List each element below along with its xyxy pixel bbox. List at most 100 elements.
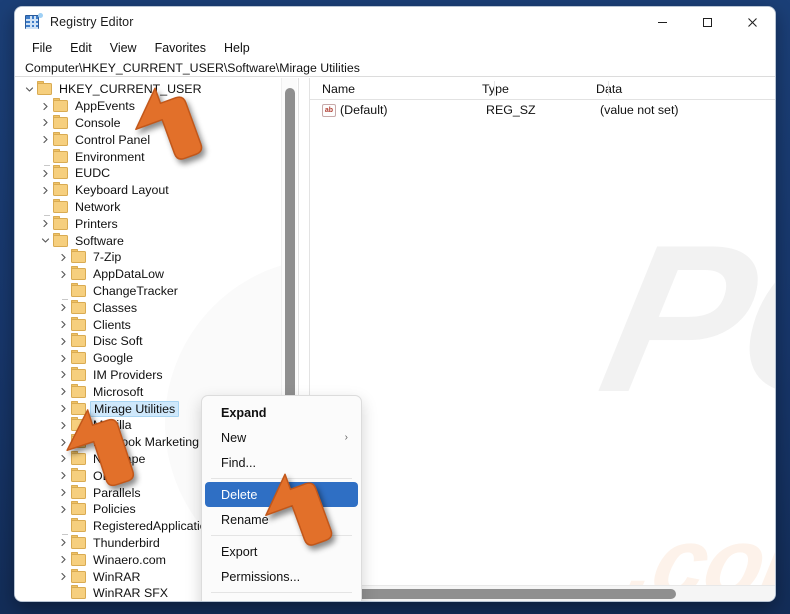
tree-node-label: IM Providers bbox=[93, 367, 163, 382]
chevron-right-icon[interactable] bbox=[55, 421, 71, 430]
address-bar[interactable]: Computer\HKEY_CURRENT_USER\Software\Mira… bbox=[15, 59, 775, 77]
title-bar: Registry Editor bbox=[15, 7, 775, 37]
menu-favorites[interactable]: Favorites bbox=[146, 39, 215, 57]
tree-node-label: Google bbox=[93, 351, 133, 366]
folder-icon bbox=[71, 299, 86, 314]
chevron-right-icon[interactable] bbox=[55, 438, 71, 447]
tree-node-appdatalow[interactable]: AppDataLow bbox=[15, 266, 297, 283]
folder-icon bbox=[71, 450, 86, 465]
menu-edit[interactable]: Edit bbox=[61, 39, 101, 57]
folder-icon bbox=[53, 165, 68, 180]
context-menu-item-expand[interactable]: Expand bbox=[205, 400, 358, 425]
folder-icon bbox=[71, 434, 86, 449]
context-menu-item-permissions[interactable]: Permissions... bbox=[205, 564, 358, 589]
folder-icon bbox=[71, 534, 86, 549]
context-menu-item-export[interactable]: Export bbox=[205, 539, 358, 564]
tree-node-software[interactable]: Software bbox=[15, 232, 297, 249]
chevron-right-icon[interactable] bbox=[55, 337, 71, 346]
folder-icon bbox=[71, 417, 86, 432]
watermark-pc: PC bbox=[585, 201, 775, 436]
string-value-icon: ab bbox=[322, 103, 336, 117]
tree-node-eudc[interactable]: EUDC bbox=[15, 165, 297, 182]
chevron-right-icon[interactable] bbox=[55, 370, 71, 379]
context-menu-item-copy-key-name[interactable]: Copy Key Name bbox=[205, 596, 358, 601]
tree-node-network[interactable]: Network bbox=[15, 198, 297, 216]
tree-node-label: Nullhook Marketing bbox=[93, 435, 200, 450]
tree-node-label: ODBC bbox=[93, 468, 129, 483]
menu-help[interactable]: Help bbox=[215, 39, 259, 57]
chevron-right-icon[interactable] bbox=[55, 404, 71, 413]
context-menu-item-rename[interactable]: Rename bbox=[205, 507, 358, 532]
tree-node-label: Keyboard Layout bbox=[75, 183, 169, 198]
chevron-down-icon[interactable] bbox=[37, 236, 53, 245]
column-header-name[interactable]: Name bbox=[310, 82, 482, 96]
chevron-right-icon[interactable] bbox=[37, 118, 53, 127]
folder-icon bbox=[71, 282, 86, 297]
tree-node-label: EUDC bbox=[75, 166, 111, 181]
menu-file[interactable]: File bbox=[23, 39, 61, 57]
folder-icon bbox=[71, 316, 86, 331]
tree-node-7-zip[interactable]: 7-Zip bbox=[15, 249, 297, 266]
chevron-right-icon[interactable] bbox=[55, 505, 71, 514]
chevron-right-icon[interactable] bbox=[55, 454, 71, 463]
context-menu-item-find[interactable]: Find... bbox=[205, 450, 358, 475]
chevron-right-icon[interactable] bbox=[55, 253, 71, 262]
menu-view[interactable]: View bbox=[101, 39, 146, 57]
tree-node-label: AppDataLow bbox=[93, 267, 164, 282]
folder-icon bbox=[71, 366, 86, 381]
tree-node-appevents[interactable]: AppEvents bbox=[15, 98, 297, 115]
chevron-right-icon[interactable] bbox=[55, 555, 71, 564]
column-header-data[interactable]: Data bbox=[596, 82, 775, 96]
folder-icon bbox=[71, 585, 86, 600]
tree-node-hkey-current-user[interactable]: HKEY_CURRENT_USER bbox=[15, 81, 297, 98]
close-button[interactable] bbox=[730, 7, 775, 37]
context-menu-item-new[interactable]: New › bbox=[205, 425, 358, 450]
tree-node-label: Console bbox=[75, 115, 121, 130]
folder-icon bbox=[71, 551, 86, 566]
tree-node-google[interactable]: Google bbox=[15, 350, 297, 367]
chevron-right-icon[interactable] bbox=[55, 270, 71, 279]
folder-icon bbox=[71, 467, 86, 482]
tree-node-control-panel[interactable]: Control Panel bbox=[15, 131, 297, 148]
folder-icon bbox=[71, 501, 86, 516]
folder-icon bbox=[53, 148, 68, 163]
folder-icon bbox=[71, 568, 86, 583]
chevron-right-icon[interactable] bbox=[55, 320, 71, 329]
tree-node-keyboard-layout[interactable]: Keyboard Layout bbox=[15, 182, 297, 199]
column-header-type[interactable]: Type bbox=[482, 82, 596, 96]
chevron-right-icon[interactable] bbox=[37, 102, 53, 111]
tree-node-label: AppEvents bbox=[75, 99, 135, 114]
chevron-right-icon[interactable] bbox=[55, 471, 71, 480]
tree-node-label: WinRAR bbox=[93, 569, 141, 584]
tree-node-environment[interactable]: Environment bbox=[15, 148, 297, 166]
chevron-right-icon[interactable] bbox=[55, 538, 71, 547]
value-data: (value not set) bbox=[600, 103, 679, 117]
window-title: Registry Editor bbox=[50, 15, 134, 29]
chevron-right-icon[interactable] bbox=[55, 387, 71, 396]
tree-node-im-providers[interactable]: IM Providers bbox=[15, 366, 297, 384]
chevron-right-icon[interactable] bbox=[37, 219, 53, 228]
context-menu-item-label: New bbox=[221, 430, 247, 445]
chevron-right-icon[interactable] bbox=[37, 186, 53, 195]
tree-node-printers[interactable]: Printers bbox=[15, 215, 297, 232]
chevron-right-icon[interactable] bbox=[37, 169, 53, 178]
tree-node-console[interactable]: Console bbox=[15, 114, 297, 132]
values-scrollbar-thumb[interactable] bbox=[340, 589, 676, 599]
context-menu-item-delete[interactable]: Delete bbox=[205, 482, 358, 507]
minimize-button[interactable] bbox=[640, 7, 685, 37]
chevron-right-icon[interactable] bbox=[55, 303, 71, 312]
chevron-right-icon[interactable] bbox=[55, 354, 71, 363]
values-horizontal-scrollbar[interactable] bbox=[310, 585, 775, 601]
tree-node-disc-soft[interactable]: Disc Soft bbox=[15, 333, 297, 350]
tree-node-clients[interactable]: Clients bbox=[15, 316, 297, 333]
chevron-right-icon[interactable] bbox=[55, 488, 71, 497]
tree-node-label: Mirage Utilities bbox=[90, 400, 180, 417]
tree-node-changetracker[interactable]: ChangeTracker bbox=[15, 282, 297, 300]
values-row-default[interactable]: ab (Default) REG_SZ (value not set) bbox=[310, 100, 775, 120]
maximize-button[interactable] bbox=[685, 7, 730, 37]
chevron-down-icon[interactable] bbox=[21, 85, 37, 94]
chevron-right-icon[interactable] bbox=[55, 572, 71, 581]
tree-node-classes[interactable]: Classes bbox=[15, 299, 297, 316]
folder-icon bbox=[71, 400, 86, 415]
chevron-right-icon[interactable] bbox=[37, 135, 53, 144]
